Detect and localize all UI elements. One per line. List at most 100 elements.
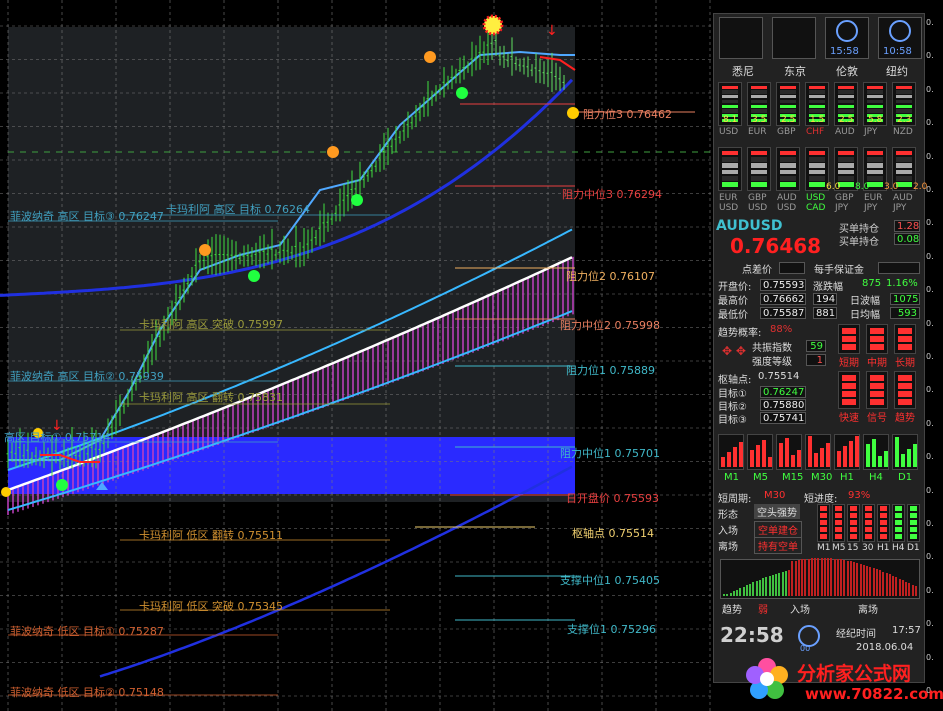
timeframe-label: M30 [811,472,833,483]
histogram-bar [745,585,748,596]
bar-segment [842,382,856,389]
change-percent: 1.16% [886,278,918,289]
currency-code: EUR [748,127,767,137]
bar-segment [850,513,857,518]
histogram-bar [765,577,768,596]
timeframe-bar [892,504,905,542]
bar-segment [896,90,912,94]
bar-segment [880,534,887,539]
histogram-bar [729,592,732,596]
price-axis-tick: 0. [926,84,934,94]
bar-segment [870,398,884,405]
histogram-bar [856,562,859,596]
bar-segment [850,534,857,539]
bar-segment [826,443,830,467]
entry-value: 空单建仓 [754,521,802,538]
bar-segment [872,439,876,467]
histogram-bar [797,560,800,596]
bar-segment [835,513,842,518]
date: 2018.06.04 [856,642,914,653]
timer-count: 00 [800,644,811,653]
histogram-bar [801,559,803,596]
strength-label: 强度等级 [752,357,792,368]
bar-segment [751,163,767,168]
histogram-bar [758,579,761,596]
currency-strength-value: 2.5 [839,115,854,125]
bar-segment [901,454,905,467]
clock-london: 15:58 [825,17,869,59]
timeframe-bar [834,434,860,470]
bar-segment [896,156,912,162]
bar-segment [809,150,825,156]
histogram-bar [827,558,829,596]
bar-segment [867,90,883,94]
bar-segment [910,534,917,539]
local-time: 22:58 [720,623,784,647]
bar-segment [835,520,842,525]
pair-base: EUR [864,193,883,203]
bar-segment [865,513,872,518]
bar-segment [898,382,912,389]
bar-segment [785,438,789,467]
bar-segment [739,442,743,467]
bar-segment [838,95,854,99]
bar-segment [867,85,883,89]
pair-base: AUD [893,193,913,203]
bar-segment [895,513,902,518]
histogram-bar [853,562,855,596]
pair-quote: JPY [835,203,849,213]
signal-bar [866,371,888,409]
fib-label: 卡玛利阿 高区 翻转 0.75831 [139,391,283,404]
histogram-bar [791,561,794,596]
bar-segment [809,169,825,175]
bar-segment [756,445,760,467]
high-points: 194 [813,293,837,305]
bar-segment [722,156,738,162]
target-value: 0.75880 [760,399,806,411]
bar-segment [797,450,801,467]
bar-segment [837,451,841,467]
bar-segment [835,506,842,511]
price-axis-tick: 0. [926,385,934,395]
avg-label: 日均幅 [850,310,880,321]
bar-segment [820,534,827,539]
margin-value [878,262,920,274]
bar-segment [870,382,884,389]
histogram-bar [771,574,774,596]
currency-strength-value: 5.8 [868,115,883,125]
histogram-bar [723,594,725,596]
histogram-bar [762,578,764,596]
timeframe-label: M5 [832,543,846,553]
bar-segment [838,182,854,187]
currency-code: CHF [806,127,825,137]
period-value: M30 [764,490,786,501]
arrow-icons: ✥ ✥ [722,344,746,358]
timeframe-label: H4 [892,543,905,553]
bar-segment [809,175,825,181]
term-bar [838,324,860,354]
bar-segment [867,156,883,162]
fib-label: 卡玛利阿 低区 突破 0.75345 [139,600,283,613]
pair-base: USD [806,193,826,203]
bar-segment [780,95,796,99]
histogram-bar [901,580,904,596]
exit-label: 离场 [718,542,738,553]
bar-segment [722,163,738,168]
bar-segment [896,95,912,99]
bar-segment [751,182,767,187]
bar-segment [809,90,825,94]
bar-segment [780,109,796,113]
bar-segment [896,163,912,168]
timeframe-bar [863,434,889,470]
bar-segment [895,520,902,525]
pair-base: AUD [777,193,797,203]
sell-position-value: 0.08 [894,233,920,245]
histogram-bar [739,588,742,596]
histogram-bar [810,558,813,596]
clock-london-time: 15:58 [830,46,859,57]
histogram-bar [892,575,894,596]
bar-segment [910,506,917,511]
strength-value: 1 [806,354,826,366]
level-label: 阻力中位3 0.76294 [562,188,662,201]
range-value: 1075 [890,293,920,305]
